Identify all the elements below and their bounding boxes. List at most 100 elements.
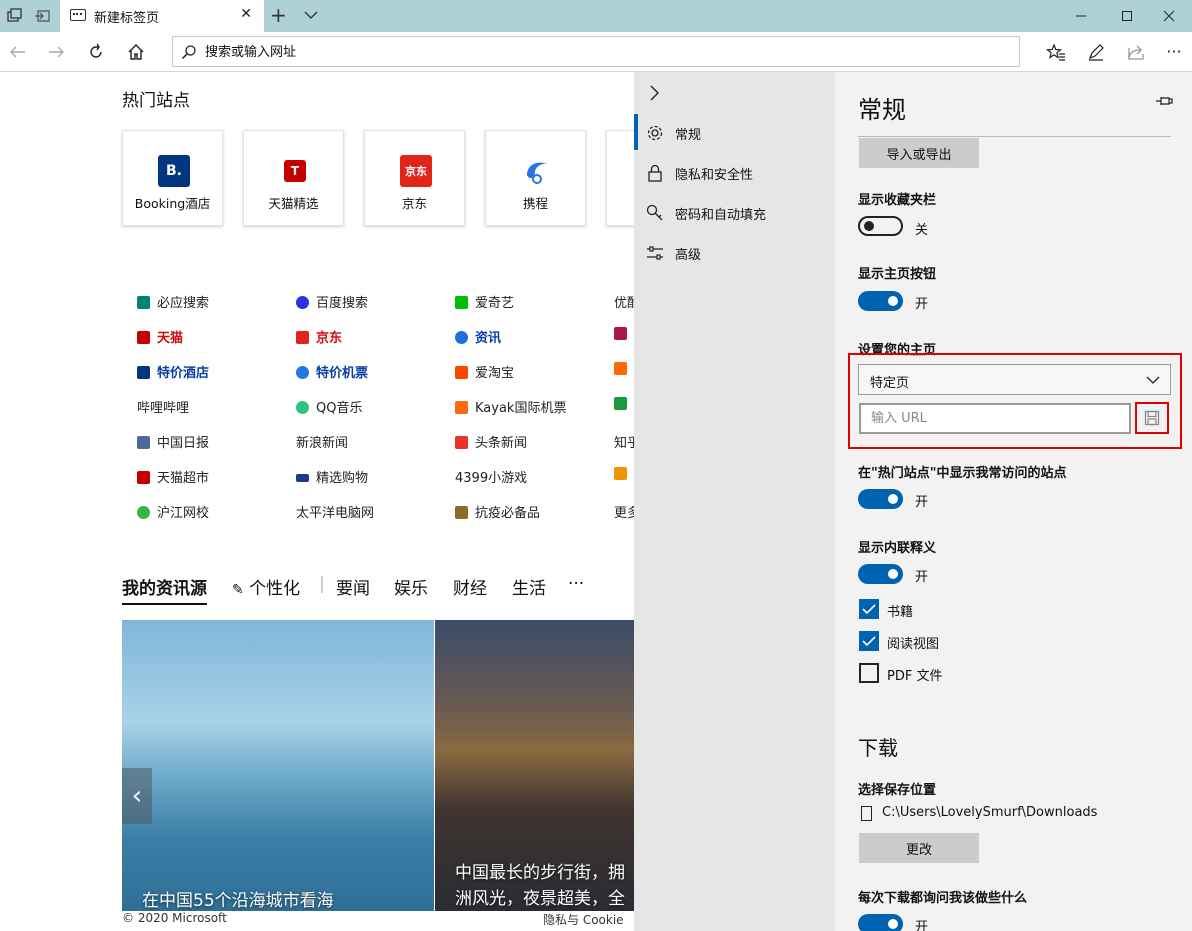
reading-view-label: 阅读视图 [887,637,940,652]
back-icon[interactable] [8,42,28,62]
favorites-bar-toggle[interactable] [858,216,903,236]
address-input[interactable] [203,41,983,63]
set-aside-tabs-icon[interactable] [34,7,52,25]
quick-link[interactable]: 抗疫必备品 [455,502,540,521]
top-site-tile[interactable]: B. Booking酒店 [122,130,223,226]
quick-link[interactable]: 天猫超市 [137,467,209,486]
download-path: C:\Users\LovelySmurf\Downloads [882,805,1098,820]
tab-personalize[interactable]: ✎ 个性化 [232,574,300,599]
close-tab-icon[interactable]: ✕ [240,6,252,22]
tab-more[interactable]: ··· [568,574,584,594]
quick-link[interactable]: 头条新闻 [455,432,527,451]
quick-link[interactable]: 爱淘宝 [455,362,514,381]
homepage-url-input[interactable] [859,403,1131,434]
settings-panel: 常规 导入或导出 显示收藏夹栏 关 显示主页按钮 开 设置您的主页 特定页 在"… [835,72,1192,931]
tile-label: 京东 [401,196,427,211]
minimize-button[interactable] [1058,0,1104,32]
address-bar[interactable] [172,36,1020,67]
tab-actions-icon[interactable] [6,7,24,25]
quick-link[interactable]: 天猫 [137,327,183,346]
share-icon[interactable] [1126,42,1146,62]
top-sites-toggle[interactable] [858,489,903,509]
top-site-tile-partial[interactable] [606,130,634,226]
privacy-link[interactable]: 隐私与 Cookie [543,911,624,928]
tab-top-news[interactable]: 要闻 [336,574,370,599]
favorites-star-icon[interactable] [1046,42,1066,62]
quick-link[interactable] [614,397,634,412]
news-icon [455,331,468,344]
quick-link[interactable]: 百度搜索 [296,292,368,311]
quick-link[interactable]: 更多 [614,502,634,521]
news-card[interactable]: 中国最长的步行街，拥 洲风光，夜景超美，全 [435,620,634,911]
quick-link[interactable] [614,467,634,482]
file-icon [861,806,872,821]
carousel-prev-button[interactable]: ‹ [122,768,152,824]
quick-link[interactable]: 知乎 [614,432,634,451]
chevron-left-icon: ‹ [131,781,143,811]
quick-link[interactable]: 京东 [296,327,342,346]
copyright-text: © 2020 Microsoft [122,911,227,925]
top-site-tile[interactable]: 携程 [485,130,586,226]
quick-link[interactable]: 哔哩哔哩 [137,397,189,416]
quick-link[interactable]: Kayak国际机票 [455,397,566,416]
quick-link[interactable]: 新浪新闻 [296,432,348,451]
pdf-checkbox[interactable] [859,663,879,683]
quick-link[interactable]: 沪江网校 [137,502,209,521]
quick-link[interactable]: 爱奇艺 [455,292,514,311]
chevron-right-icon[interactable] [648,84,662,102]
tab-finance[interactable]: 财经 [453,574,487,599]
top-site-tile[interactable]: T 天猫精选 [243,130,344,226]
ask-download-toggle[interactable] [858,914,903,931]
home-icon[interactable] [126,42,146,62]
quick-link[interactable]: 特价酒店 [137,362,209,381]
maximize-button[interactable] [1104,0,1150,32]
inline-define-label: 显示内联释义 [858,541,937,556]
key-icon [646,204,663,221]
settings-nav-advanced[interactable]: 高级 [634,232,835,272]
58-icon [614,467,627,480]
qqmusic-icon [296,401,309,414]
navigation-bar: ··· [0,32,1192,72]
quick-link[interactable]: 必应搜索 [137,292,209,311]
settings-nav-passwords[interactable]: 密码和自动填充 [634,192,835,232]
quick-link[interactable] [614,362,634,377]
top-site-tile[interactable]: 京东 京东 [364,130,465,226]
tab-life[interactable]: 生活 [512,574,546,599]
save-url-button[interactable] [1135,402,1169,434]
settings-nav-privacy[interactable]: 隐私和安全性 [634,152,835,192]
top-sites-title: 热门站点 [122,91,190,111]
home-button-toggle[interactable] [858,291,903,311]
homepage-dropdown[interactable]: 特定页 [858,364,1171,395]
quick-link[interactable]: 特价机票 [296,362,368,381]
quick-link[interactable]: 精选购物 [296,467,368,486]
tab-my-feed[interactable]: 我的资讯源 [122,574,207,605]
quick-link[interactable]: 4399小游戏 [455,467,527,486]
forward-icon[interactable] [46,42,66,62]
quick-link[interactable]: 资讯 [455,327,501,346]
pen-notes-icon[interactable] [1086,42,1106,62]
new-tab-page: 热门站点 B. Booking酒店 T 天猫精选 京东 京东 携程 必应搜索 天… [0,72,634,931]
inline-define-toggle[interactable] [858,564,903,584]
reading-view-checkbox[interactable] [859,631,879,651]
minimize-icon [1076,15,1086,17]
more-options-icon[interactable]: ··· [1164,42,1184,62]
quick-link[interactable]: QQ音乐 [296,397,362,416]
import-export-button[interactable]: 导入或导出 [859,138,979,168]
bing-icon [137,296,150,309]
new-tab-plus-icon[interactable]: + [270,3,287,27]
news-card[interactable]: 在中国55个沿海城市看海 [122,620,434,911]
tab-entertainment[interactable]: 娱乐 [394,574,428,599]
settings-nav-general[interactable]: 常规 [634,112,835,152]
quick-link[interactable] [614,327,634,342]
active-tab[interactable]: 新建标签页 ✕ [60,0,264,32]
refresh-icon[interactable] [86,42,106,62]
chevron-down-icon[interactable] [304,8,318,22]
quick-link[interactable]: 中国日报 [137,432,209,451]
pin-icon[interactable] [1155,94,1173,108]
books-checkbox[interactable] [859,599,879,619]
close-window-button[interactable] [1146,0,1192,32]
checkmark-icon [862,604,876,615]
quick-link[interactable]: 优酷 [614,292,634,311]
quick-link[interactable]: 太平洋电脑网 [296,502,374,521]
change-location-button[interactable]: 更改 [859,833,979,863]
